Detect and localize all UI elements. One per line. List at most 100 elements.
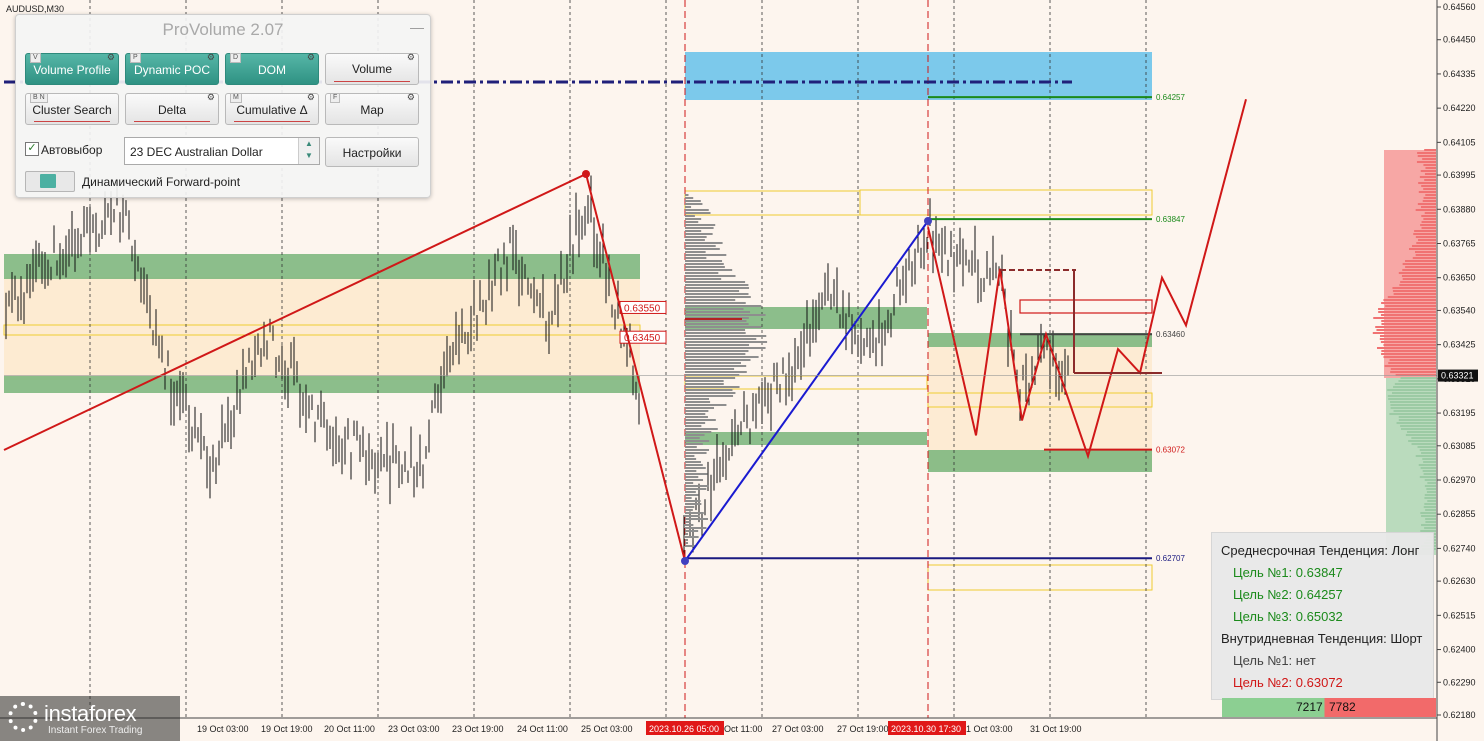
time-axis-layer: 19 Oct 03:00 19 Oct 19:00 20 Oct 11:00 23 O… [0,717,1437,735]
instrument-value: 23 DEC Australian Dollar [130,145,263,159]
map-button[interactable]: F ⚙ Map [325,92,419,125]
autoselect-label: Автовыбор [41,143,103,157]
button-label: Delta [157,103,186,117]
cluster-search-button[interactable]: B N Cluster Search [25,93,119,125]
price-tick-label: 0.62400 [1443,645,1476,655]
price-tick-label: 0.63765 [1443,238,1476,248]
panel-title: ProVolume 2.07 [162,20,284,39]
swing-high-marker [924,217,932,225]
time-label: 23 Oct 19:00 [452,724,504,734]
price-tick-label: 0.62630 [1443,576,1476,586]
time-label-partial: 1 Oct 03:00 [966,724,1013,734]
gear-icon[interactable]: ⚙ [207,52,215,63]
price-tick-label: 0.62290 [1443,677,1476,687]
level-label: 0.63847 [1156,215,1185,224]
watermark-brand: instaforex [44,701,137,726]
price-tick-label: 0.62515 [1443,610,1476,620]
intraday-target-1: Цель №1: нет [1233,653,1316,668]
dom-button[interactable]: D ⚙ DOM [225,52,319,85]
price-tick-label: 0.63650 [1443,273,1476,283]
button-label: Cumulative Δ [236,103,308,117]
volume-profile-button[interactable]: V ⚙ Volume Profile [25,52,119,85]
hotkey-badge: P [130,53,141,63]
time-label: 31 Oct 19:00 [1030,724,1082,734]
highlighted-time-label: 2023.10.30 17:30 [891,724,961,734]
time-label: 27 Oct 03:00 [772,724,824,734]
button-label: Volume Profile [33,63,111,77]
time-label: 19 Oct 19:00 [261,724,313,734]
toggle-knob [40,174,56,188]
time-label: 20 Oct 11:00 [324,724,375,734]
minimize-icon[interactable]: — [410,19,424,35]
hotkey-badge: F [330,93,341,103]
button-label: Volume [351,62,393,76]
zone-band-2 [4,254,640,279]
price-tick-label: 0.64560 [1443,2,1476,12]
level-label: 0.62707 [1156,554,1185,563]
gear-icon[interactable]: ⚙ [407,92,415,103]
tendency-info-box: Среднесрочная Тенденция: Лонг Цель №1: 0… [1211,532,1434,700]
cumulative-delta-button[interactable]: M ⚙ Cumulative Δ [225,92,319,125]
spinner-icon[interactable]: ▲ ▼ [298,138,319,164]
level-label: 0.63072 [1156,446,1185,455]
price-tick-label: 0.63995 [1443,170,1476,180]
hotkey-badge: V [30,53,41,63]
forward-point-label: Динамический Forward-point [82,175,241,189]
button-label: Map [360,103,384,117]
poc-label: 0.63550 [624,303,661,314]
time-label-partial: Oct 11:00 [724,724,762,734]
gear-icon[interactable]: ⚙ [307,52,315,63]
mini-bars [334,78,410,82]
time-label: 24 Oct 11:00 [517,724,568,734]
button-label: Настройки [342,146,402,160]
hotkey-badge: D [230,53,242,63]
provolume-panel[interactable]: ProVolume 2.07 — V ⚙ Volume Profile P ⚙ Dyna… [15,14,431,198]
price-tick-label: 0.64335 [1443,69,1476,79]
mini-bars [34,118,110,122]
price-tick-label: 0.64450 [1443,35,1476,45]
delta-button[interactable]: ⚙ Delta [125,92,219,125]
instrument-select[interactable]: 23 DEC Australian Dollar ▲ ▼ [124,137,320,165]
volume-button[interactable]: ⚙ Volume [325,52,419,85]
hotkey-badge: M [230,93,242,103]
settings-button[interactable]: Настройки [325,137,419,167]
instaforex-watermark: instaforex Instant Forex Trading [0,696,180,741]
mini-bars [134,118,210,122]
time-label: 27 Oct 19:00 [837,724,889,734]
hotkey-badge: B N [30,93,48,103]
sell-volume-count: 7782 [1329,700,1356,714]
buy-volume-count: 7217 [1296,700,1323,714]
price-tick-label: 0.64220 [1443,103,1476,113]
medium-term-tendency: Среднесрочная Тенденция: Лонг [1221,543,1420,558]
zone-band-3 [4,376,640,393]
level-label: 0.63460 [1156,330,1185,339]
zone-band-8 [685,52,1152,100]
mini-bars [234,118,310,122]
price-tick-label: 0.62855 [1443,509,1476,519]
target-3: Цель №3: 0.65032 [1233,609,1343,624]
target-1: Цель №1: 0.63847 [1233,565,1343,580]
dynamic-poc-button[interactable]: P ⚙ Dynamic POC [125,52,219,85]
gear-icon[interactable]: ⚙ [107,52,115,63]
autoselect-checkbox[interactable]: ✓ [25,142,39,156]
intraday-target-2: Цель №2: 0.63072 [1233,675,1343,690]
time-label: 19 Oct 03:00 [197,724,249,734]
zone-band-5 [685,432,927,445]
time-label: 25 Oct 03:00 [581,724,633,734]
swing-low-marker [681,557,689,565]
time-label: 23 Oct 03:00 [388,724,440,734]
zone-band-0 [4,277,640,380]
level-label: 0.64257 [1156,93,1185,102]
instaforex-logo-icon [8,702,38,732]
price-tick-label: 0.62970 [1443,475,1476,485]
symbol-label: AUDUSD,M30 [6,4,65,14]
price-tick-label: 0.63425 [1443,340,1476,350]
gear-icon[interactable]: ⚙ [207,92,215,103]
target-2: Цель №2: 0.64257 [1233,587,1343,602]
watermark-tagline: Instant Forex Trading [48,725,143,736]
swing-high-marker [582,170,590,178]
gear-icon[interactable]: ⚙ [307,92,315,103]
button-label: Dynamic POC [133,63,210,77]
forward-point-toggle[interactable] [25,171,75,192]
price-tick-label: 0.62180 [1443,710,1476,720]
